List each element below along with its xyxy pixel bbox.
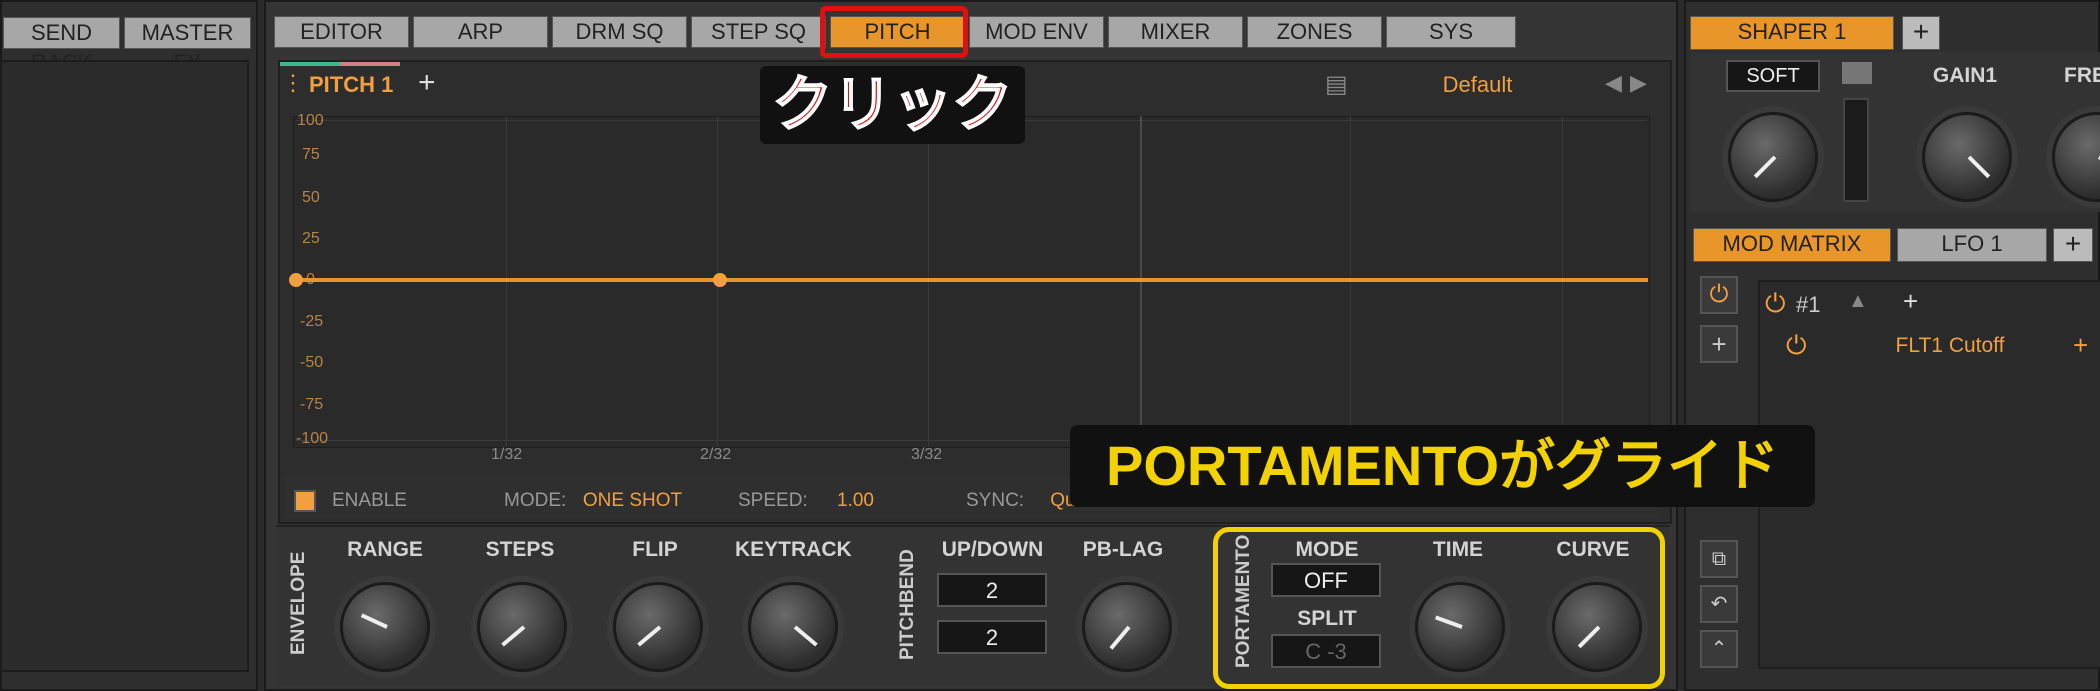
enable-checkbox[interactable] [294,490,316,512]
pb-lag-label: PB-LAG [1082,538,1164,561]
undo-icon[interactable]: ↶ [1700,585,1738,623]
dest-power-icon[interactable]: ⏻ [1786,330,1807,362]
power-icon[interactable]: ⏻ [1700,276,1738,314]
shaper-tab[interactable]: SHAPER 1 [1690,16,1894,50]
add-slot-button[interactable]: + [1700,325,1738,363]
x-label-2-32: 2/32 [700,446,732,463]
speed-value[interactable]: 1.00 [808,490,903,512]
x-label-1-32: 1/32 [491,446,523,463]
fre-label: FRE [2064,64,2100,87]
list-icon[interactable]: ▤ [1325,70,1348,99]
range-knob[interactable] [340,582,430,672]
tab-editor[interactable]: EDITOR [274,16,409,48]
y-label-25: 25 [302,230,320,247]
flip-label: FLIP [632,538,678,561]
speed-label: SPEED: [738,490,808,511]
slot-add-button[interactable]: + [1903,286,1918,317]
tab-sys[interactable]: SYS [1386,16,1516,48]
gain1-knob[interactable] [1922,112,2012,202]
collapse-icon[interactable]: ⌃ [1700,630,1738,668]
add-pitch-button[interactable]: + [418,66,436,100]
tab-zones[interactable]: ZONES [1247,16,1382,48]
envelope-section-label: ENVELOPE [288,551,309,655]
pitch-title[interactable]: PITCH 1 [309,72,393,98]
lfo-add-button[interactable]: + [2053,228,2093,262]
gain1-label: GAIN1 [1932,64,1998,87]
mode-value[interactable]: ONE SHOT [580,490,685,512]
pitch-node[interactable] [713,273,727,287]
tab-mixer[interactable]: MIXER [1108,16,1243,48]
updown-label: UP/DOWN [941,538,1044,561]
portamento-highlight [1213,527,1665,689]
prev-preset-icon[interactable]: ◀ [1605,70,1622,96]
slot-up-icon[interactable]: ▲ [1848,290,1868,313]
destination-name[interactable]: FLT1 Cutoff [1840,334,2060,358]
pb-lag-knob[interactable] [1082,582,1172,672]
drag-handle-icon[interactable]: ⋮ [282,70,304,96]
next-preset-icon[interactable]: ▶ [1630,70,1647,96]
pitchbend-down-value[interactable]: 2 [937,620,1047,654]
lfo-tab[interactable]: LFO 1 [1897,228,2047,262]
soft-mode[interactable]: SOFT [1726,60,1820,92]
shaper-drive-knob[interactable] [1728,112,1818,202]
tab-arp[interactable]: ARP [413,16,548,48]
left-list-area [0,60,249,672]
dest-add-button[interactable]: + [2073,330,2088,361]
slot-number: #1 [1796,292,1821,317]
y-label-50: 50 [302,189,320,206]
glide-annotation: PORTAMENTOがグライド [1070,425,1815,507]
tab-drm-sq[interactable]: DRM SQ [552,16,687,48]
shaper-meter [1843,98,1869,202]
send-rack-tab[interactable]: SEND RACK [3,17,120,75]
y-label-neg50: -50 [300,354,324,371]
steps-label: STEPS [485,538,555,561]
x-label-3-32: 3/32 [911,446,943,463]
pitch-graph[interactable] [293,116,1650,448]
master-fx-tab[interactable]: MASTER FX [124,17,251,75]
duplicate-icon[interactable]: ⧉ [1700,540,1738,578]
enable-label: ENABLE [332,490,407,511]
tab-mod-env[interactable]: MOD ENV [969,16,1104,48]
y-label-100: 100 [297,112,324,129]
y-label-75: 75 [302,146,320,163]
tab-step-sq[interactable]: STEP SQ [691,16,826,48]
shaper-add-button[interactable]: + [1902,16,1940,50]
pitchbend-section-label: PITCHBEND [897,549,918,660]
pitch-curve-line[interactable] [296,278,1648,282]
range-label: RANGE [347,538,423,561]
mod-matrix-tab[interactable]: MOD MATRIX [1693,228,1891,262]
sync-label: SYNC: [966,490,1025,511]
keytrack-knob[interactable] [748,582,838,672]
pitch-tab-highlight [820,6,968,58]
steps-knob[interactable] [477,582,567,672]
pitch-node[interactable] [289,273,303,287]
y-label-neg25: -25 [300,313,324,330]
click-annotation: クリック [760,66,1025,144]
slot-power-icon[interactable]: ⏻ [1765,288,1786,320]
keyboard-icon[interactable] [1842,62,1872,84]
keytrack-label: KEYTRACK [735,538,852,561]
y-label-neg75: -75 [300,396,324,413]
flip-knob[interactable] [613,582,703,672]
mode-label: MODE: [504,490,567,511]
pitch-header-lines [280,62,400,66]
pitchbend-up-value[interactable]: 2 [937,573,1047,607]
preset-name[interactable]: Default [1360,72,1595,98]
y-label-neg100: -100 [296,430,329,447]
